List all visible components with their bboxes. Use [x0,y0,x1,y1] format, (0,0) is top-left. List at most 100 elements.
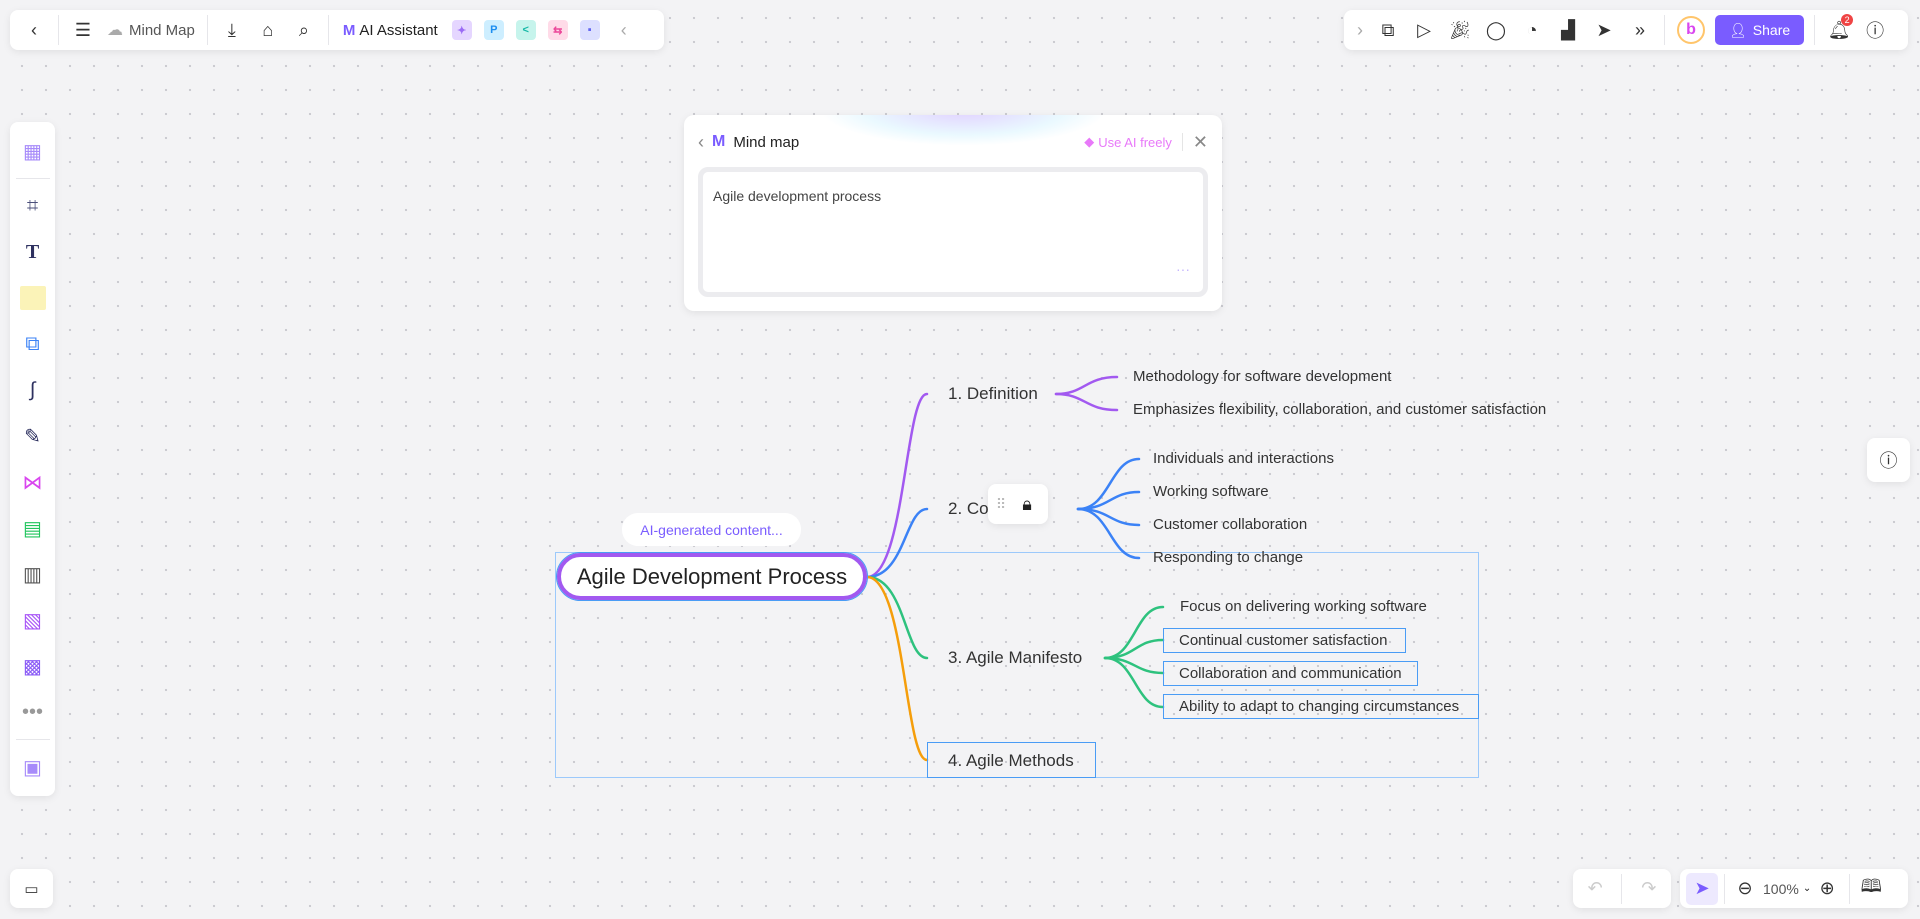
left-toolbar: ▦ ⌗ T ⧉ ∫ ✎ ⋈ ▤ ▥ ▧ ▩ ••• ▣ [10,122,55,796]
more-tools-icon[interactable]: ••• [15,694,51,730]
doc-title-area[interactable]: ☁ Mind Map [107,20,195,40]
minimap-toggle-icon[interactable]: ▭ [10,869,53,908]
tag-icon[interactable]: ⌂ [250,12,286,48]
zoom-dropdown-icon[interactable]: ⌄ [1803,883,1811,894]
zoom-in-icon[interactable]: ⊕ [1811,871,1843,907]
sticky-note-icon[interactable] [15,280,51,316]
download-icon[interactable]: ⤓ [214,12,250,48]
use-ai-label: Use AI freely [1098,134,1172,150]
more-options-icon[interactable]: ··· [1176,261,1190,277]
close-icon[interactable]: ✕ [1193,132,1208,153]
cloud-saved-icon: ☁ [107,22,123,39]
select-tool-icon[interactable]: ➤ [1686,872,1718,905]
divider [1814,15,1816,45]
root-node[interactable]: Agile Development Process [556,552,868,601]
undo-icon[interactable]: ↶ [1577,871,1613,907]
divider [1621,873,1623,904]
divider [1664,15,1665,45]
present-icon[interactable]: ▷ [1406,12,1442,48]
vote-chart-icon[interactable]: ▟ [1550,12,1586,48]
lock-icon[interactable]: 🔒︎ [1010,494,1044,515]
use-ai-freely-link[interactable]: ◆ Use AI freely [1084,134,1172,150]
pen-icon[interactable]: ✎ [15,418,51,454]
kanban-icon[interactable]: ▩ [15,648,51,684]
menu-button[interactable]: ☰ [65,12,101,48]
branch-label-start: 2. Co [948,499,989,518]
cards-icon[interactable]: ▧ [15,602,51,638]
gem-icon: ◆ [1084,134,1095,149]
map-icon[interactable]: 🕮︎ [1856,871,1886,907]
top-left-toolbar: ‹ ☰ ☁ Mind Map ⤓ ⌂ ⌕ M AI Assistant ✦ P … [10,10,664,50]
connector-leaf [1076,457,1141,511]
table-icon[interactable]: ▤ [15,510,51,546]
connector-leaf [1054,375,1119,396]
expand-icon[interactable]: › [1350,12,1370,48]
connector-leaf [1054,392,1119,412]
ai-assistant-label: AI Assistant [359,21,438,39]
dialog-header: ‹ M Mind map ◆ Use AI freely ✕ [698,127,1208,157]
branch-agile-manifesto[interactable]: 3. Agile Manifesto [948,648,1082,668]
doc-title[interactable]: Mind Map [129,22,195,39]
leaf-node[interactable]: Continual customer satisfaction [1163,628,1406,653]
back-icon[interactable]: ‹ [698,132,704,153]
shape-icon[interactable]: ⧉ [15,326,51,362]
image-ai-icon[interactable]: ✦ [451,20,472,40]
help-icon[interactable]: ⓘ [1857,12,1893,48]
more-chevron-icon[interactable]: » [1622,12,1658,48]
leaf-node[interactable]: Collaboration and communication [1163,661,1418,686]
templates-icon[interactable]: ▦ [15,133,51,169]
divider [206,15,208,45]
leaf-node[interactable]: Customer collaboration [1153,516,1307,533]
connector-definition [865,392,929,579]
redo-icon[interactable]: ↷ [1631,871,1667,907]
zoom-out-icon[interactable]: ⊖ [1731,871,1759,907]
p-app-icon[interactable]: P [483,20,504,40]
avatar[interactable]: b [1677,16,1705,44]
back-button[interactable]: ‹ [16,12,52,48]
frame-icon[interactable]: ⌗ [15,188,51,224]
comment-icon[interactable]: ◯ [1478,12,1514,48]
ai-generated-label: AI-generated content... [622,513,801,546]
dialog-title: Mind map [733,133,800,151]
notification-bell-icon[interactable]: 🔔︎ 2 [1821,12,1857,48]
leaf-node[interactable]: Ability to adapt to changing circumstanc… [1163,694,1479,719]
leaf-node[interactable]: Working software [1153,483,1269,500]
add-user-icon: 👤︎ [1729,21,1747,38]
ai-assistant-button[interactable]: M AI Assistant [343,22,438,39]
text-icon[interactable]: T [15,234,51,270]
timer-icon[interactable]: ◔ [1514,12,1550,48]
divider [327,15,329,45]
chat-app-icon[interactable]: ▪ [579,20,600,40]
branch-definition[interactable]: 1. Definition [948,384,1038,404]
leaf-node[interactable]: Responding to change [1153,549,1303,566]
follow-cursor-icon[interactable]: ➤ [1586,12,1622,48]
info-button[interactable]: ⓘ [1867,438,1910,482]
leaf-node[interactable]: Individuals and interactions [1153,450,1334,467]
text-doc-icon[interactable]: ▥ [15,556,51,592]
mindmap-icon[interactable]: ⋈ [15,464,51,500]
share-button[interactable]: 👤︎ Share [1715,15,1805,45]
leaf-node[interactable]: Methodology for software development [1133,368,1391,385]
ai-logo-icon: M [342,21,356,39]
flow-app-icon[interactable]: ⇆ [547,20,568,40]
plugins-box-icon[interactable]: ▣ [15,749,51,785]
lock-page-icon[interactable]: ⧉ [1370,12,1406,48]
zoom-bar: ➤ ⊖ 100% ⌄ ⊕ 🕮︎ [1680,869,1908,908]
connector-leaf [1076,507,1141,560]
divider [1849,873,1851,904]
branch-agile-methods[interactable]: 4. Agile Methods [927,742,1096,778]
celebrate-icon[interactable]: 🎉︎ [1442,12,1478,48]
mindmap-app-icon[interactable]: < [515,20,536,40]
divider [58,15,59,45]
collapse-icon[interactable]: ‹ [606,12,642,48]
divider [15,178,50,179]
ai-logo-icon: M [712,133,726,150]
search-icon[interactable]: ⌕ [286,12,322,48]
prompt-input[interactable] [698,167,1208,297]
zoom-level[interactable]: 100% [1763,881,1799,897]
ai-mindmap-dialog: ‹ M Mind map ◆Use AI freely ✕ ··· [684,115,1222,311]
drag-handle-icon[interactable]: ⠿ [992,496,1010,513]
connector-icon[interactable]: ∫ [15,372,51,408]
leaf-node[interactable]: Emphasizes flexibility, collaboration, a… [1133,401,1546,418]
leaf-node[interactable]: Focus on delivering working software [1180,598,1427,615]
